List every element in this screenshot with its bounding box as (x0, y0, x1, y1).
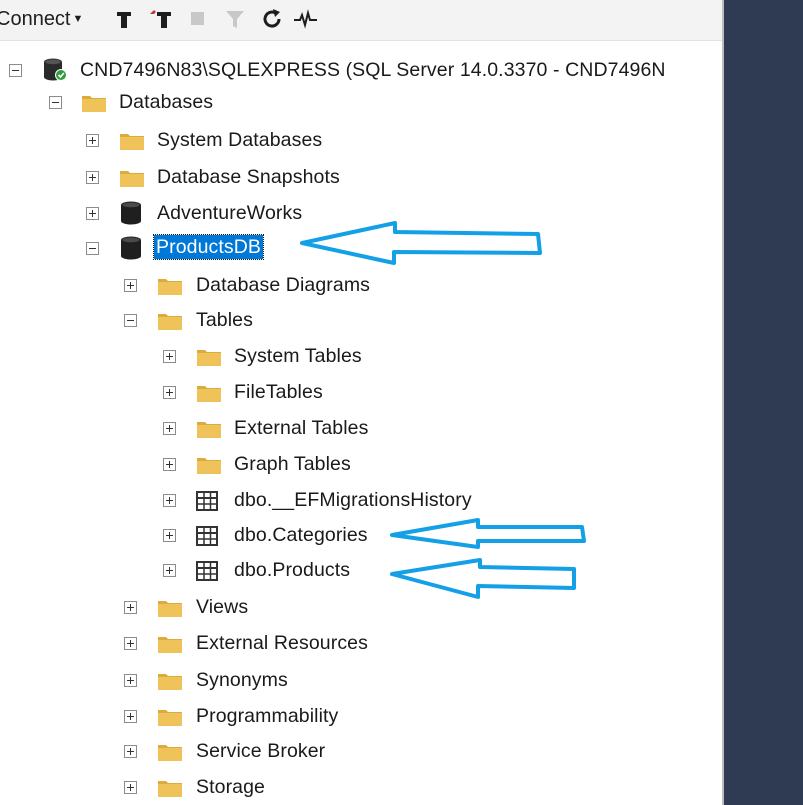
refresh-icon[interactable] (259, 6, 285, 32)
expand-icon[interactable] (86, 171, 99, 184)
expand-icon[interactable] (163, 422, 176, 435)
tree-node-label: CND7496N83\SQLEXPRESS (SQL Server 14.0.3… (80, 59, 666, 81)
tree-node-label: Views (196, 596, 249, 618)
expand-icon[interactable] (163, 458, 176, 471)
tree-node-label: External Tables (234, 417, 369, 439)
tree-node-label: Storage (196, 776, 265, 798)
tree-node-label: Programmability (196, 705, 339, 727)
expand-icon[interactable] (163, 386, 176, 399)
folder-icon (82, 94, 106, 112)
folder-icon (158, 599, 182, 617)
tree-node-label: System Databases (157, 129, 323, 151)
tree-node-label: Database Diagrams (196, 274, 371, 296)
folder-icon (158, 672, 182, 690)
annotation-arrows (300, 221, 586, 599)
folder-icon (158, 779, 182, 797)
tree-node-label: Databases (119, 91, 214, 113)
editor-background-panel (724, 0, 803, 805)
tree-node-label: External Resources (196, 632, 368, 654)
table-icon (196, 561, 218, 581)
folder-icon (158, 312, 182, 330)
collapse-icon[interactable] (86, 242, 99, 255)
server-icon (42, 57, 68, 83)
expand-icon[interactable] (163, 529, 176, 542)
folder-icon (120, 132, 144, 150)
folder-icon (158, 277, 182, 295)
filter-icon[interactable] (222, 6, 248, 32)
tree-node-label: dbo.__EFMigrationsHistory (234, 489, 472, 511)
folder-icon (120, 169, 144, 187)
tree-node-label: Tables (196, 309, 253, 331)
expand-icon[interactable] (163, 350, 176, 363)
expand-icon[interactable] (124, 601, 137, 614)
arrow-to-productsdb (300, 221, 542, 265)
folder-icon (158, 708, 182, 726)
connect-filter-icon[interactable] (111, 6, 137, 32)
chevron-down-icon: ▼ (72, 13, 84, 25)
folder-icon (197, 348, 221, 366)
expand-icon[interactable] (163, 564, 176, 577)
disconnect-icon[interactable] (148, 6, 174, 32)
connect-label: Connect (0, 8, 71, 30)
collapse-icon[interactable] (9, 64, 22, 77)
stop-icon[interactable] (185, 6, 211, 32)
expand-icon[interactable] (124, 781, 137, 794)
folder-icon (197, 456, 221, 474)
collapse-icon[interactable] (124, 314, 137, 327)
folder-icon (158, 635, 182, 653)
expand-icon[interactable] (124, 674, 137, 687)
tree-node-label: dbo.Products (234, 559, 351, 581)
tree-node-label: Database Snapshots (157, 166, 340, 188)
expand-icon[interactable] (124, 745, 137, 758)
table-icon (196, 491, 218, 511)
expand-icon[interactable] (163, 494, 176, 507)
tree-node-label: Graph Tables (234, 453, 351, 475)
tree-node-label: FileTables (234, 381, 323, 403)
tree-node-label-selected: ProductsDB (152, 234, 265, 260)
object-explorer: Connect ▼ CND7496N83\SQLEXPRESS (SQL Serv… (0, 0, 722, 805)
database-icon (120, 201, 142, 225)
activity-monitor-icon[interactable] (293, 6, 319, 32)
folder-icon (158, 743, 182, 761)
expand-icon[interactable] (124, 637, 137, 650)
table-icon (196, 526, 218, 546)
tree-node-label: Synonyms (196, 669, 288, 691)
arrow-to-products (390, 558, 576, 599)
database-icon (120, 236, 142, 260)
expand-icon[interactable] (124, 710, 137, 723)
connect-button[interactable]: Connect ▼ (0, 8, 83, 30)
object-explorer-toolbar: Connect ▼ (0, 0, 722, 41)
collapse-icon[interactable] (49, 96, 62, 109)
expand-icon[interactable] (86, 207, 99, 220)
tree-node-label: Service Broker (196, 740, 326, 762)
expand-icon[interactable] (86, 134, 99, 147)
folder-icon (197, 384, 221, 402)
tree-node-label: System Tables (234, 345, 362, 367)
arrow-to-categories (390, 518, 586, 549)
tree-node-label: dbo.Categories (234, 524, 368, 546)
expand-icon[interactable] (124, 279, 137, 292)
tree-node-label: AdventureWorks (157, 202, 303, 224)
folder-icon (197, 420, 221, 438)
